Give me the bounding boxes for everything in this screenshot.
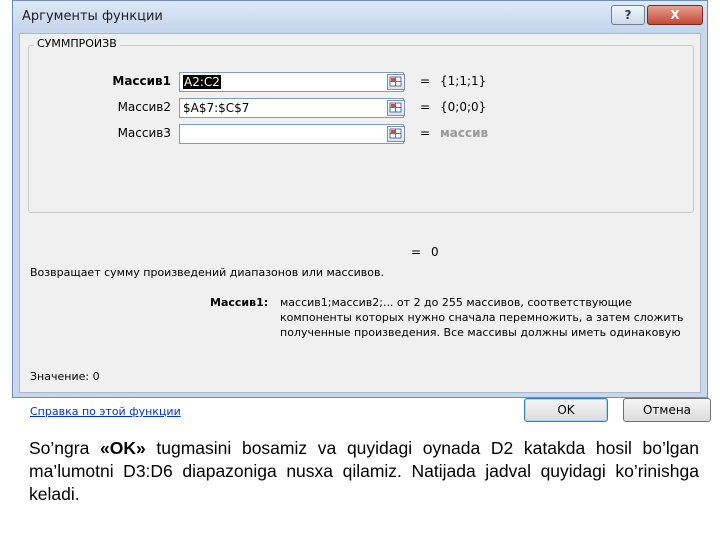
arg-description-text: массив1;массив2;... от 2 до 255 массивов… bbox=[280, 296, 684, 339]
arg1-equals: = bbox=[420, 74, 431, 88]
help-button[interactable]: ? bbox=[611, 5, 645, 25]
range-select-icon bbox=[389, 128, 402, 139]
formula-result: 0 bbox=[431, 245, 439, 259]
cancel-button[interactable]: Отмена bbox=[623, 398, 711, 422]
arg-description-label: Массив1: bbox=[210, 296, 269, 309]
function-arguments-dialog: Аргументы функции ? X СУММПРОИЗВ Массив1… bbox=[12, 0, 711, 422]
range-select-icon bbox=[389, 102, 402, 113]
title-bar[interactable]: Аргументы функции ? X bbox=[13, 1, 707, 31]
function-help-link[interactable]: Справка по этой функции bbox=[30, 405, 181, 418]
arg3-result: массив bbox=[440, 126, 489, 140]
function-name: СУММПРОИЗВ bbox=[34, 37, 120, 50]
ok-button[interactable]: OK bbox=[524, 398, 608, 422]
function-group: СУММПРОИЗВ Массив1 A2:C2 = {1;1;1} Масси… bbox=[28, 37, 694, 213]
arg1-value: A2:C2 bbox=[183, 75, 221, 89]
arg3-collapse-button[interactable] bbox=[387, 126, 405, 142]
arg2-equals: = bbox=[420, 100, 431, 114]
instruction-caption: So’ngra «OK» tugmasini bosamiz va quyida… bbox=[29, 437, 699, 506]
function-description: Возвращает сумму произведений диапазонов… bbox=[30, 266, 384, 279]
arg3-input[interactable] bbox=[179, 124, 404, 144]
value-label: Значение: 0 bbox=[30, 370, 100, 383]
arg1-collapse-button[interactable] bbox=[387, 74, 405, 90]
dialog-body: СУММПРОИЗВ Массив1 A2:C2 = {1;1;1} Масси… bbox=[19, 33, 711, 422]
arg1-input[interactable]: A2:C2 bbox=[179, 72, 404, 92]
caption-ok-bold: «OK» bbox=[100, 438, 146, 458]
range-select-icon bbox=[389, 76, 402, 87]
caption-before: So’ngra bbox=[29, 438, 100, 458]
arg3-label: Массив3 bbox=[117, 126, 171, 140]
arg1-label: Массив1 bbox=[112, 74, 171, 88]
dialog-title: Аргументы функции bbox=[22, 9, 163, 24]
arg2-input[interactable]: $A$7:$C$7 bbox=[179, 98, 404, 118]
arg2-collapse-button[interactable] bbox=[387, 100, 405, 116]
arg1-result: {1;1;1} bbox=[440, 74, 487, 88]
arg2-result: {0;0;0} bbox=[440, 100, 487, 114]
arg2-label: Массив2 bbox=[117, 100, 171, 114]
formula-result-equals: = bbox=[411, 245, 422, 259]
close-button[interactable]: X bbox=[647, 5, 703, 25]
arg3-equals: = bbox=[420, 126, 431, 140]
